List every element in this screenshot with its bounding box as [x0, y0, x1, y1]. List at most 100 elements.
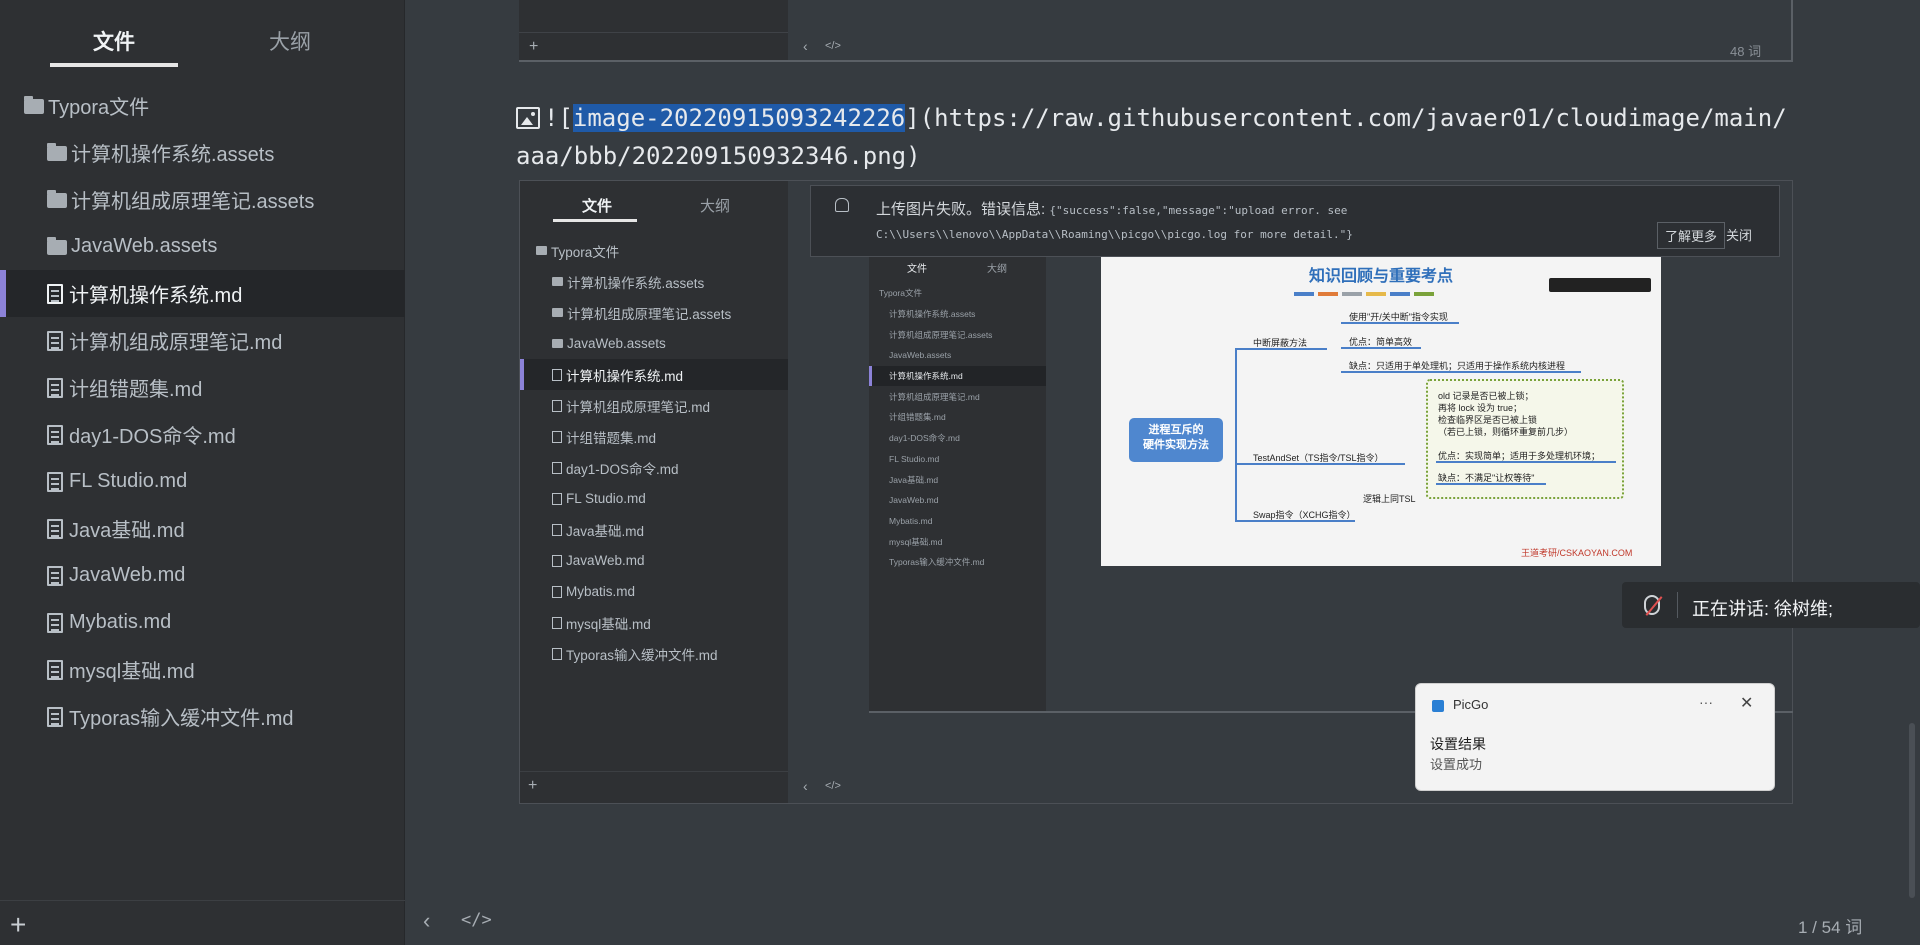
add-file-button[interactable]: + [10, 909, 26, 941]
tree-item-label: 计算机操作系统.assets [567, 275, 705, 291]
tree-item-file: mysql基础.md [889, 536, 943, 547]
screenshot-sidebar [519, 0, 788, 62]
tree-item-label: 计算机组成原理笔记.assets [567, 306, 732, 322]
file-icon [47, 659, 63, 680]
decor-bar [1294, 292, 1314, 296]
tree-root-folder[interactable]: Typora文件 [0, 82, 405, 129]
folder-icon [552, 277, 563, 286]
tree-item-folder[interactable]: 计算机组成原理笔记.assets [0, 176, 405, 223]
tree-item-label: JavaWeb.md [566, 553, 645, 568]
tree-item-file: 计组错题集.md [520, 421, 788, 452]
toast-body: 设置成功 [1430, 757, 1483, 772]
tree-root-folder: Typora文件 [520, 235, 788, 266]
tree-item-label: Mybatis.md [566, 584, 636, 599]
toast-title: 设置结果 [1430, 736, 1486, 752]
nested-screenshot: 文件 大纲 Typora文件 计算机操作系统.assets 计算机组成原理笔记.… [869, 256, 1793, 726]
connector [1235, 348, 1237, 520]
more-options-button[interactable]: ··· [1699, 694, 1713, 710]
picgo-toast[interactable]: PicGo ··· ✕ 设置结果 设置成功 [1415, 683, 1775, 791]
tab-outline[interactable]: 大纲 [269, 26, 311, 56]
tree-item-label: day1-DOS命令.md [566, 461, 679, 477]
tree-item-file: Java基础.md [520, 514, 788, 545]
file-icon [47, 706, 63, 727]
close-toast-button[interactable]: ✕ [1740, 693, 1753, 713]
selected-text[interactable]: image-20220915093242226 [572, 104, 906, 132]
tree-item-file[interactable]: 计组错题集.md [0, 364, 405, 411]
divider [519, 60, 1793, 62]
file-icon [47, 283, 63, 304]
file-sidebar: 文件 大纲 Typora文件 计算机操作系统.assets 计算机组成原理笔记.… [0, 0, 405, 945]
connector [1341, 371, 1581, 373]
nested-tree: Typora文件 计算机操作系统.assets 计算机组成原理笔记.assets… [869, 283, 1046, 573]
tree-item-file[interactable]: FL Studio.md [0, 458, 405, 505]
tab-active-indicator [50, 63, 178, 67]
tree-item-folder: 计算机组成原理笔记.assets [520, 297, 788, 328]
tree-item-file[interactable]: Mybatis.md [0, 599, 405, 646]
tree-item-label: 计算机操作系统.md [69, 285, 243, 307]
plus-icon: + [529, 38, 539, 55]
file-icon [552, 368, 562, 381]
word-count[interactable]: 1 / 54 词 [1798, 913, 1862, 938]
tree-item-folder: JavaWeb.assets [889, 350, 952, 361]
file-icon [47, 518, 63, 539]
tree-item-file[interactable]: Java基础.md [0, 505, 405, 552]
divider [519, 32, 788, 33]
slide-image: 知识回顾与重要考点 进程互斥的 硬件实现方法 中断屏蔽方法 使用"开/关中断"指… [1101, 256, 1661, 566]
tree-item-folder[interactable]: JavaWeb.assets [0, 223, 405, 270]
connector [1341, 347, 1421, 349]
tree-item-file: 计组错题集.md [889, 412, 946, 423]
editor-footer: ‹ </> 1 / 54 词 [406, 900, 1920, 945]
speaking-indicator[interactable]: 正在讲话: 徐树维; [1622, 582, 1920, 628]
decor-bar [1342, 292, 1362, 296]
file-icon [47, 424, 63, 445]
tree-item-file[interactable]: 计算机组成原理笔记.md [0, 317, 405, 364]
tree-item-folder[interactable]: 计算机操作系统.assets [0, 129, 405, 176]
tab-outline: 大纲 [987, 264, 1007, 275]
branch-2d: （若已上锁，则循环重复前几步） [1438, 427, 1574, 437]
tab-files[interactable]: 文件 [93, 26, 135, 56]
tree-item-file: JavaWeb.md [889, 495, 939, 506]
notification-message-2: C:\\Users\\lenovo\\AppData\\Roaming\\pic… [876, 228, 1353, 241]
folder-icon [47, 190, 67, 208]
tree-item-label: 计组错题集.md [69, 379, 203, 401]
folder-icon [24, 96, 44, 114]
toggle-sidebar-button[interactable]: ‹ [423, 908, 430, 934]
tree-item-file[interactable]: JavaWeb.md [0, 552, 405, 599]
center-node: 进程互斥的 硬件实现方法 [1129, 418, 1223, 462]
tree-item-file: day1-DOS命令.md [520, 452, 788, 483]
tree-item-label: mysql基础.md [69, 661, 195, 683]
tree-item-file[interactable]: Typoras输入缓冲文件.md [0, 693, 405, 740]
tree-item-file: day1-DOS命令.md [889, 433, 960, 444]
tree-item-label: 计算机组成原理笔记.md [69, 332, 283, 354]
tree-item-folder: 计算机组成原理笔记.assets [889, 329, 993, 340]
screenshot-footer: + [520, 771, 788, 803]
nested-sidebar: 文件 大纲 Typora文件 计算机操作系统.assets 计算机组成原理笔记.… [869, 256, 1046, 711]
file-icon [552, 585, 562, 598]
connector [1436, 461, 1616, 463]
tree-item-file[interactable]: day1-DOS命令.md [0, 411, 405, 458]
markdown-image-source-line1[interactable]: ![image-20220915093242226](https://raw.g… [516, 104, 1787, 132]
file-icon [47, 330, 63, 351]
tree-root-label: Typora文件 [48, 97, 150, 119]
markdown-image-source-line2[interactable]: aaa/bbb/202209150932346.png) [516, 142, 921, 170]
tree-item-label: mysql基础.md [566, 616, 651, 632]
tree-item-file[interactable]: mysql基础.md [0, 646, 405, 693]
tree-item-file: mysql基础.md [520, 607, 788, 638]
toast-app-name: PicGo [1453, 697, 1489, 712]
tab-files: 文件 [582, 198, 613, 215]
slide-watermark: 王道考研/CSKAOYAN.COM [1521, 548, 1633, 558]
file-icon [552, 523, 562, 536]
tree-item-label: FL Studio.md [69, 470, 188, 492]
learn-more-button: 了解更多 [1657, 222, 1726, 249]
tree-item-file: 计算机组成原理笔记.md [520, 390, 788, 421]
file-icon [552, 461, 562, 474]
editor-pane[interactable]: + ‹ </> 48 词 ![image-20220915093242226](… [406, 0, 1920, 945]
vertical-scrollbar[interactable] [1909, 723, 1915, 898]
folder-icon [47, 237, 67, 255]
source-mode-button[interactable]: </> [461, 910, 492, 930]
code-icon: </> [825, 780, 841, 792]
tree-item-file: Mybatis.md [889, 515, 933, 526]
tree-item-folder: 计算机操作系统.assets [889, 309, 976, 320]
connector [1235, 348, 1327, 350]
tree-item-file-active[interactable]: 计算机操作系统.md [0, 270, 405, 317]
